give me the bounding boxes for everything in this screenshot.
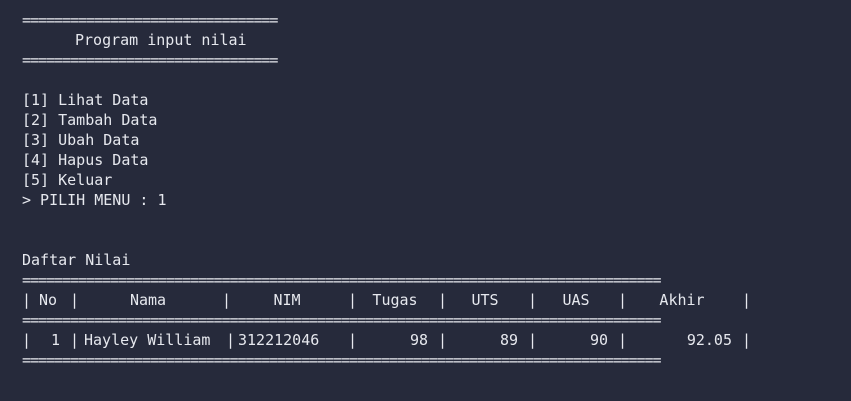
column-separator: | <box>742 331 752 349</box>
cell-akhir: 92.05 <box>686 331 732 349</box>
menu-item-hapus-data: [4] Hapus Data <box>22 151 149 169</box>
column-separator: | <box>70 331 80 349</box>
table-header-row: | No | Nama | NIM | Tugas | UTS | UAS | … <box>22 290 752 310</box>
terminal-window: ================================ Program… <box>0 0 851 401</box>
menu-item-lihat-data: [1] Lihat Data <box>22 91 149 109</box>
column-header-nama: Nama <box>129 291 167 309</box>
column-separator: | <box>618 291 628 309</box>
table-caption: Daftar Nilai <box>22 251 131 269</box>
menu-item-tambah-data: [2] Tambah Data <box>22 111 158 129</box>
column-separator: | <box>22 331 32 349</box>
column-separator: | <box>618 331 628 349</box>
column-separator: | <box>70 291 80 309</box>
cell-tugas: 98 <box>409 331 428 349</box>
program-title: Program input nilai <box>75 31 247 49</box>
column-separator: | <box>528 331 538 349</box>
main-menu: [1] Lihat Data [2] Tambah Data [3] Ubah … <box>22 90 851 210</box>
table-rule-bottom: ========================================… <box>22 351 662 369</box>
column-separator: | <box>528 291 538 309</box>
cell-no: 1 <box>50 331 60 349</box>
column-separator: | <box>222 291 232 309</box>
column-separator: | <box>22 291 32 309</box>
column-separator: | <box>438 291 448 309</box>
column-header-no: No <box>38 291 58 309</box>
cell-nama: Hayley William <box>84 331 211 349</box>
menu-item-ubah-data: [3] Ubah Data <box>22 131 140 149</box>
column-separator: | <box>438 331 448 349</box>
column-header-uas: UAS <box>562 291 590 309</box>
column-separator: | <box>348 331 358 349</box>
table-row: | 1 | Hayley William | 312212046 | 98 | … <box>22 330 752 350</box>
column-header-uts: UTS <box>471 291 499 309</box>
column-separator: | <box>226 331 236 349</box>
column-header-akhir: Akhir <box>659 291 705 309</box>
column-separator: | <box>348 291 358 309</box>
header-rule-top: ================================ <box>22 11 278 29</box>
table-rule-header: ========================================… <box>22 311 662 329</box>
table-rule-top: ========================================… <box>22 271 662 289</box>
header-rule-bottom: ================================ <box>22 51 278 69</box>
grades-table: ========================================… <box>22 270 752 370</box>
cell-uts: 89 <box>499 331 518 349</box>
menu-item-keluar: [5] Keluar <box>22 171 113 189</box>
column-separator: | <box>742 291 752 309</box>
cell-uas: 90 <box>589 331 608 349</box>
column-header-tugas: Tugas <box>372 291 418 309</box>
cell-nim: 312212046 <box>238 331 320 349</box>
menu-prompt-input[interactable]: > PILIH MENU : 1 <box>22 190 851 210</box>
column-header-nim: NIM <box>273 291 301 309</box>
